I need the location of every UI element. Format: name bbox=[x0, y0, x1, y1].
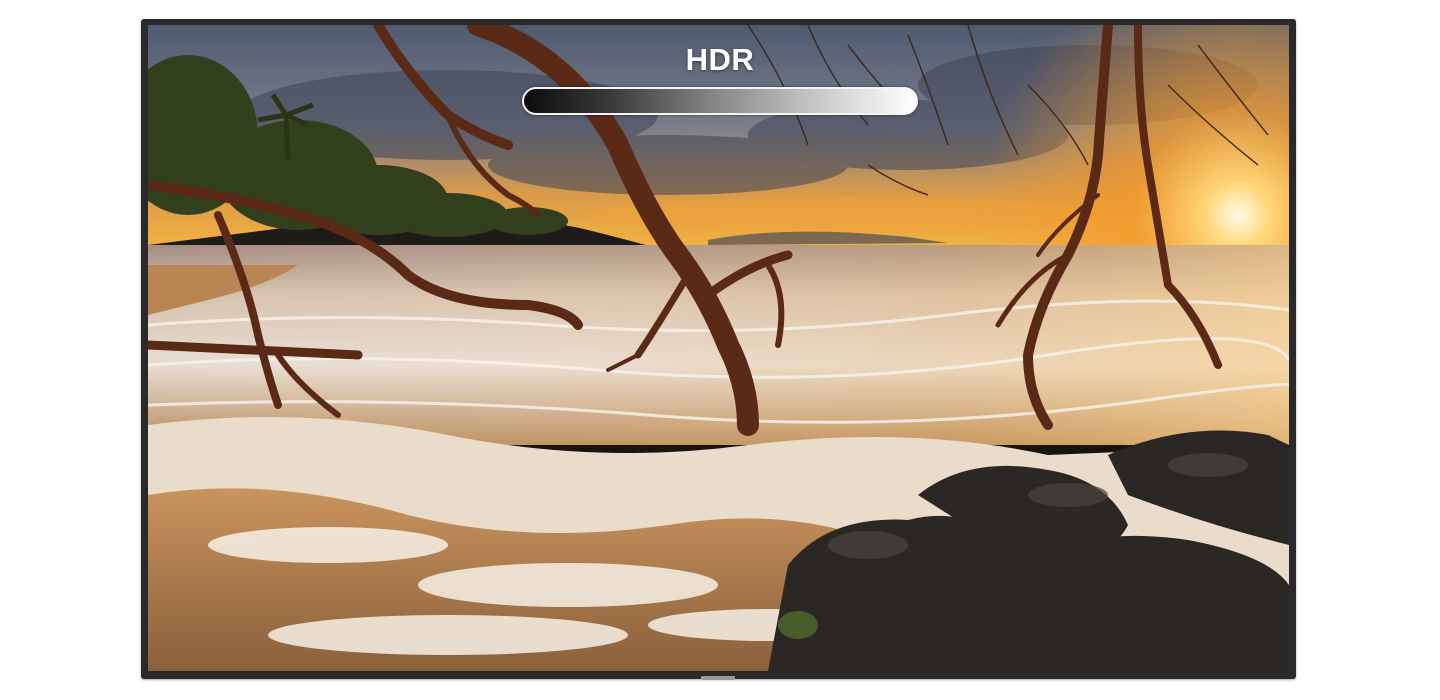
hdr-label: HDR bbox=[685, 42, 755, 77]
tv-screen bbox=[148, 25, 1289, 671]
hdr-gradient-bar bbox=[522, 87, 918, 115]
beach-sunset-scene bbox=[148, 25, 1289, 671]
brand-logo-mark bbox=[701, 676, 735, 680]
